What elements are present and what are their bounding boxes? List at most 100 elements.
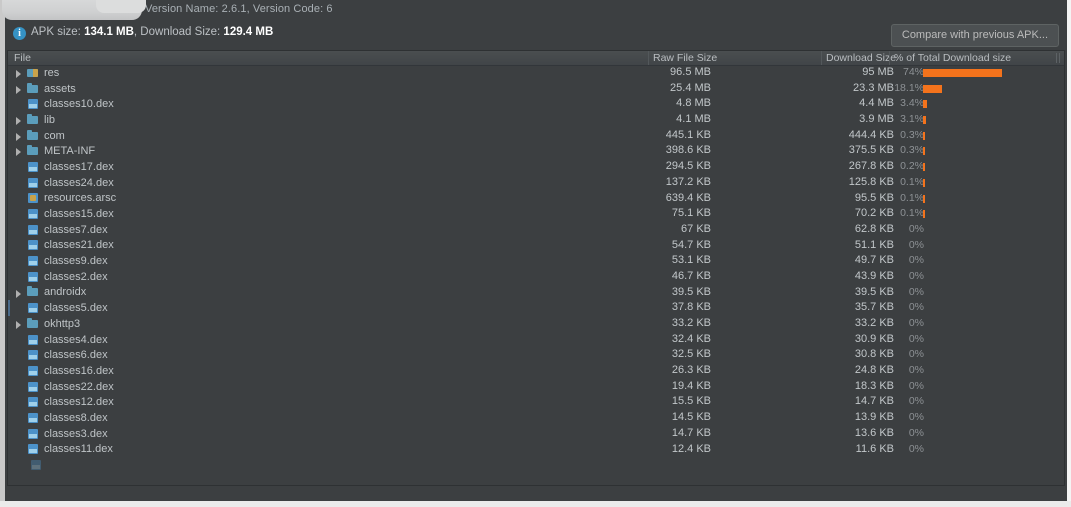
file-name-cell[interactable]: classes21.dex [8, 238, 114, 254]
table-row[interactable]: classes24.dex 137.2 KB 125.8 KB 0.1% [8, 175, 1064, 191]
file-name-cell[interactable]: classes4.dex [8, 332, 108, 348]
column-divider-raw[interactable] [821, 51, 822, 65]
raw-file-size-cell: 37.8 KB [671, 301, 711, 314]
table-row[interactable]: classes17.dex 294.5 KB 267.8 KB 0.2% [8, 159, 1064, 175]
column-header-file[interactable]: File [14, 52, 31, 64]
table-row[interactable]: classes6.dex 32.5 KB 30.8 KB 0% [8, 347, 1064, 363]
download-size-cell: 13.9 KB [854, 411, 894, 424]
dex-file-icon [27, 224, 39, 236]
table-row[interactable]: classes11.dex 12.4 KB 11.6 KB 0% [8, 442, 1064, 458]
table-row-partial[interactable] [8, 457, 1064, 473]
dex-file-icon [27, 365, 39, 377]
table-row[interactable]: classes21.dex 54.7 KB 51.1 KB 0% [8, 238, 1064, 254]
expand-arrow-icon[interactable] [15, 81, 24, 97]
percent-of-total-cell: 18.1% [894, 81, 924, 94]
raw-file-size-cell: 33.2 KB [671, 317, 711, 329]
table-body[interactable]: res 96.5 MB 95 MB 74% assets 25.4 MB 23.3 MB 18… [8, 65, 1064, 484]
no-expand-spacer [15, 222, 24, 238]
expand-arrow-icon[interactable] [15, 112, 24, 128]
file-name-cell[interactable]: classes24.dex [8, 175, 114, 191]
apk-summary-bar: i APK size: 134.1 MB, Download Size: 129… [5, 20, 1067, 48]
file-name-cell[interactable]: classes11.dex [8, 442, 113, 458]
compare-with-previous-apk-button[interactable]: Compare with previous APK... [890, 24, 1059, 47]
file-name-cell[interactable]: classes5.dex [8, 300, 108, 316]
column-divider-download[interactable] [889, 51, 890, 65]
table-row[interactable]: classes7.dex 67 KB 62.8 KB 0% [8, 222, 1064, 238]
percent-of-total-cell: 0% [908, 222, 924, 235]
table-row[interactable]: classes15.dex 75.1 KB 70.2 KB 0.1% [8, 206, 1064, 222]
download-size-cell: 43.9 KB [854, 269, 894, 282]
dex-file-icon [27, 208, 39, 220]
expand-arrow-icon[interactable] [15, 65, 24, 81]
file-name-cell[interactable]: classes16.dex [8, 363, 114, 379]
file-name-cell[interactable]: classes10.dex [8, 96, 114, 112]
file-name-cell[interactable]: classes15.dex [8, 206, 114, 222]
expand-arrow-icon[interactable] [15, 128, 24, 144]
file-name-cell[interactable]: classes2.dex [8, 269, 108, 285]
download-size-cell: 3.9 MB [859, 113, 894, 126]
file-name-label: META-INF [44, 145, 96, 158]
file-name-cell[interactable]: resources.arsc [8, 191, 116, 207]
file-name-cell[interactable]: classes6.dex [8, 347, 108, 363]
table-row[interactable]: lib 4.1 MB 3.9 MB 3.1% [8, 112, 1064, 128]
column-divider-file[interactable] [648, 51, 649, 65]
no-expand-spacer [15, 379, 24, 395]
table-row[interactable]: classes16.dex 26.3 KB 24.8 KB 0% [8, 363, 1064, 379]
raw-file-size-cell: 294.5 KB [665, 160, 711, 173]
table-row[interactable]: assets 25.4 MB 23.3 MB 18.1% [8, 81, 1064, 97]
percent-bar [923, 84, 943, 93]
column-header-download-size[interactable]: Download Size [826, 52, 896, 64]
table-row[interactable]: classes5.dex 37.8 KB 35.7 KB 0% [8, 300, 1064, 316]
table-row[interactable]: META-INF 398.6 KB 375.5 KB 0.3% [8, 143, 1064, 159]
table-row[interactable]: classes22.dex 19.4 KB 18.3 KB 0% [8, 379, 1064, 395]
file-name-label: classes16.dex [44, 364, 114, 377]
file-name-cell[interactable]: classes22.dex [8, 379, 114, 395]
table-row[interactable]: classes2.dex 46.7 KB 43.9 KB 0% [8, 269, 1064, 285]
table-row[interactable]: classes10.dex 4.8 MB 4.4 MB 3.4% [8, 96, 1064, 112]
percent-of-total-cell: 0.3% [900, 128, 924, 141]
table-row[interactable]: classes9.dex 53.1 KB 49.7 KB 0% [8, 253, 1064, 269]
percent-bar [923, 210, 925, 219]
table-row[interactable]: okhttp3 33.2 KB 33.2 KB 0% [8, 316, 1064, 332]
raw-file-size-cell: 15.5 KB [671, 395, 711, 408]
file-name-cell[interactable]: assets [8, 81, 76, 97]
file-name-cell[interactable]: classes3.dex [8, 426, 108, 442]
file-name-cell[interactable]: androidx [8, 285, 86, 301]
table-row[interactable]: com 445.1 KB 444.4 KB 0.3% [8, 128, 1064, 144]
file-name-cell[interactable]: com [8, 128, 65, 144]
file-name-cell[interactable] [8, 457, 42, 473]
table-row[interactable]: androidx 39.5 KB 39.5 KB 0% [8, 285, 1064, 301]
dex-file-icon [27, 334, 39, 346]
percent-of-total-cell: 0.3% [900, 144, 924, 157]
no-expand-spacer [15, 191, 24, 207]
folder-res-icon [27, 67, 39, 79]
folder-icon [27, 145, 39, 157]
table-row[interactable]: res 96.5 MB 95 MB 74% [8, 65, 1064, 81]
expand-arrow-icon[interactable] [15, 285, 24, 301]
file-name-cell[interactable]: lib [8, 112, 55, 128]
file-name-label: classes5.dex [44, 302, 108, 315]
file-name-cell[interactable]: classes12.dex [8, 394, 114, 410]
column-header-percent-of-total[interactable]: % of Total Download size [894, 52, 1011, 64]
file-name-cell[interactable]: classes9.dex [8, 253, 108, 269]
table-row[interactable]: classes8.dex 14.5 KB 13.9 KB 0% [8, 410, 1064, 426]
file-name-cell[interactable]: okhttp3 [8, 316, 80, 332]
column-header-raw-file-size[interactable]: Raw File Size [653, 52, 717, 64]
file-name-cell[interactable]: classes8.dex [8, 410, 108, 426]
expand-arrow-icon[interactable] [15, 316, 24, 332]
table-row[interactable]: classes12.dex 15.5 KB 14.7 KB 0% [8, 394, 1064, 410]
table-row[interactable]: classes3.dex 14.7 KB 13.6 KB 0% [8, 426, 1064, 442]
dex-file-icon [27, 412, 39, 424]
file-name-cell[interactable]: classes7.dex [8, 222, 108, 238]
file-name-cell[interactable]: res [8, 65, 59, 81]
raw-file-size-cell: 26.3 KB [671, 364, 711, 377]
expand-arrow-icon[interactable] [15, 143, 24, 159]
download-size-value: 129.4 MB [223, 26, 274, 38]
percent-bar [923, 147, 925, 156]
table-row[interactable]: classes4.dex 32.4 KB 30.9 KB 0% [8, 332, 1064, 348]
table-row[interactable]: resources.arsc 639.4 KB 95.5 KB 0.1% [8, 191, 1064, 207]
file-name-cell[interactable]: META-INF [8, 143, 95, 159]
file-name-cell[interactable]: classes17.dex [8, 159, 114, 175]
download-size-cell: 23.3 MB [853, 81, 894, 94]
vertical-scrollbar[interactable] [1057, 65, 1063, 484]
